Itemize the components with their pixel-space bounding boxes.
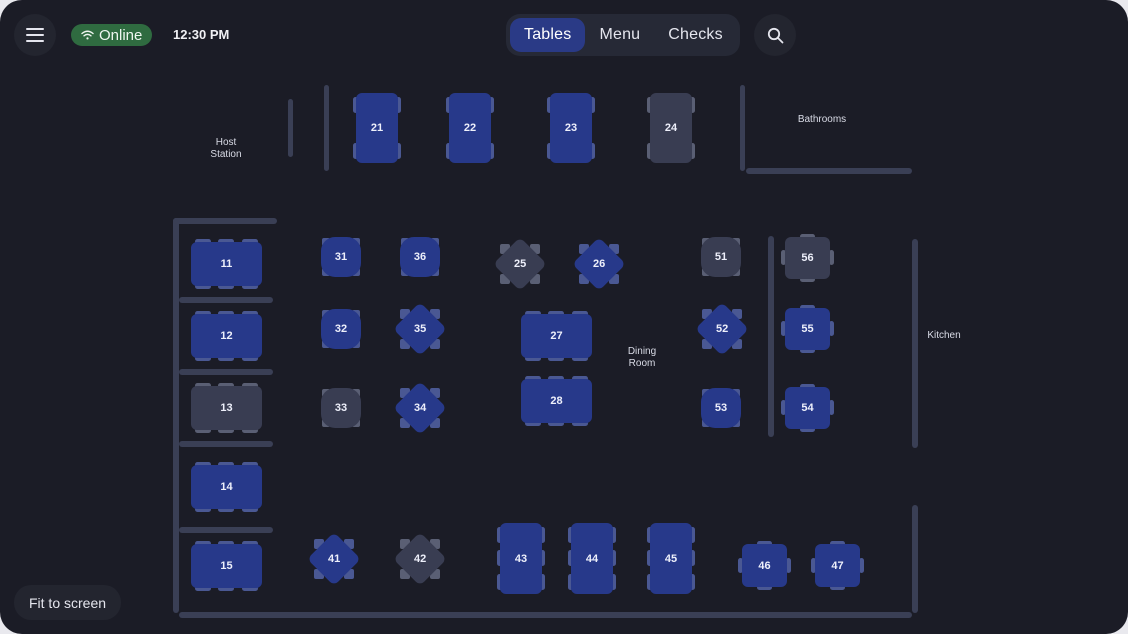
table-number: 12 xyxy=(220,330,233,342)
table-12[interactable]: 12 xyxy=(191,311,262,361)
area-label-dining-room: Dining Room xyxy=(627,346,657,369)
online-status-badge: Online xyxy=(71,24,153,46)
table-21[interactable]: 21 xyxy=(353,93,401,163)
clock-time: 12:30 PM xyxy=(173,27,230,42)
hamburger-menu-icon xyxy=(26,28,44,42)
table-number: 42 xyxy=(413,553,427,565)
area-label-kitchen: Kitchen xyxy=(927,330,961,341)
menu-button[interactable] xyxy=(14,14,56,56)
table-55[interactable]: 55 xyxy=(781,305,834,353)
wall xyxy=(173,218,179,613)
table-33[interactable]: 33 xyxy=(320,387,362,429)
table-number: 23 xyxy=(564,122,578,134)
table-number: 21 xyxy=(370,122,384,134)
wifi-icon xyxy=(81,30,94,40)
table-15[interactable]: 15 xyxy=(191,541,262,591)
table-35[interactable]: 35 xyxy=(392,301,448,357)
table-number: 36 xyxy=(413,251,427,263)
table-number: 25 xyxy=(513,258,527,270)
fit-to-screen-button[interactable]: Fit to screen xyxy=(14,585,121,620)
table-number: 26 xyxy=(592,258,606,270)
table-46[interactable]: 46 xyxy=(738,541,791,590)
table-44[interactable]: 44 xyxy=(568,523,616,594)
table-number: 34 xyxy=(413,402,427,414)
table-45[interactable]: 45 xyxy=(647,523,695,594)
table-47[interactable]: 47 xyxy=(811,541,864,590)
table-41[interactable]: 41 xyxy=(306,531,362,587)
table-53[interactable]: 53 xyxy=(700,387,742,429)
view-tabs: Tables Menu Checks xyxy=(506,14,740,56)
wall xyxy=(768,236,774,437)
area-label-host-station: Host Station xyxy=(210,137,242,160)
table-43[interactable]: 43 xyxy=(497,523,545,594)
table-56[interactable]: 56 xyxy=(781,234,834,282)
table-number: 27 xyxy=(550,330,563,342)
table-13[interactable]: 13 xyxy=(191,383,262,433)
table-number: 53 xyxy=(714,402,728,414)
table-number: 32 xyxy=(334,323,348,335)
wall xyxy=(746,168,912,174)
table-26[interactable]: 26 xyxy=(571,236,627,292)
table-number: 31 xyxy=(334,251,348,263)
table-number: 52 xyxy=(715,323,729,335)
area-label-bathrooms: Bathrooms xyxy=(797,114,847,125)
table-number: 43 xyxy=(514,552,528,565)
table-number: 47 xyxy=(831,559,844,572)
table-number: 14 xyxy=(220,481,233,493)
table-number: 22 xyxy=(463,122,477,134)
wall xyxy=(173,218,277,224)
table-number: 15 xyxy=(220,560,233,572)
table-11[interactable]: 11 xyxy=(191,239,262,289)
table-number: 35 xyxy=(413,323,427,335)
tab-checks[interactable]: Checks xyxy=(654,18,737,52)
wall xyxy=(179,441,273,447)
wall xyxy=(179,527,273,533)
tab-menu[interactable]: Menu xyxy=(585,18,654,52)
table-number: 46 xyxy=(758,559,771,572)
table-36[interactable]: 36 xyxy=(399,236,441,278)
online-status-label: Online xyxy=(99,26,143,44)
table-25[interactable]: 25 xyxy=(492,236,548,292)
table-14[interactable]: 14 xyxy=(191,462,262,512)
floor-plan-screen: Online 12:30 PM Tables Menu Checks Host … xyxy=(0,0,1128,634)
wall xyxy=(740,85,745,171)
wall xyxy=(179,612,912,618)
tab-tables[interactable]: Tables xyxy=(510,18,586,52)
table-number: 51 xyxy=(714,251,728,263)
table-number: 44 xyxy=(585,552,599,565)
table-number: 11 xyxy=(220,258,233,270)
search-icon xyxy=(767,27,783,43)
table-24[interactable]: 24 xyxy=(647,93,695,163)
wall xyxy=(179,297,273,303)
wall xyxy=(179,369,273,375)
table-54[interactable]: 54 xyxy=(781,384,834,432)
table-27[interactable]: 27 xyxy=(521,311,592,361)
table-number: 41 xyxy=(327,553,341,565)
table-number: 24 xyxy=(664,122,678,134)
table-22[interactable]: 22 xyxy=(446,93,494,163)
table-number: 33 xyxy=(334,402,348,414)
table-28[interactable]: 28 xyxy=(521,376,592,426)
table-51[interactable]: 51 xyxy=(700,236,742,278)
wall xyxy=(912,505,918,613)
wall xyxy=(324,85,329,171)
table-number: 54 xyxy=(801,402,814,414)
search-button[interactable] xyxy=(754,14,796,56)
table-23[interactable]: 23 xyxy=(547,93,595,163)
table-42[interactable]: 42 xyxy=(392,531,448,587)
wall xyxy=(912,239,918,448)
table-31[interactable]: 31 xyxy=(320,236,362,278)
table-34[interactable]: 34 xyxy=(392,380,448,436)
table-32[interactable]: 32 xyxy=(320,308,362,350)
table-52[interactable]: 52 xyxy=(694,301,750,357)
wall xyxy=(288,99,293,157)
table-number: 13 xyxy=(220,402,233,414)
table-number: 55 xyxy=(801,323,814,335)
table-number: 45 xyxy=(664,552,678,565)
table-number: 28 xyxy=(550,395,563,407)
table-number: 56 xyxy=(801,252,814,264)
